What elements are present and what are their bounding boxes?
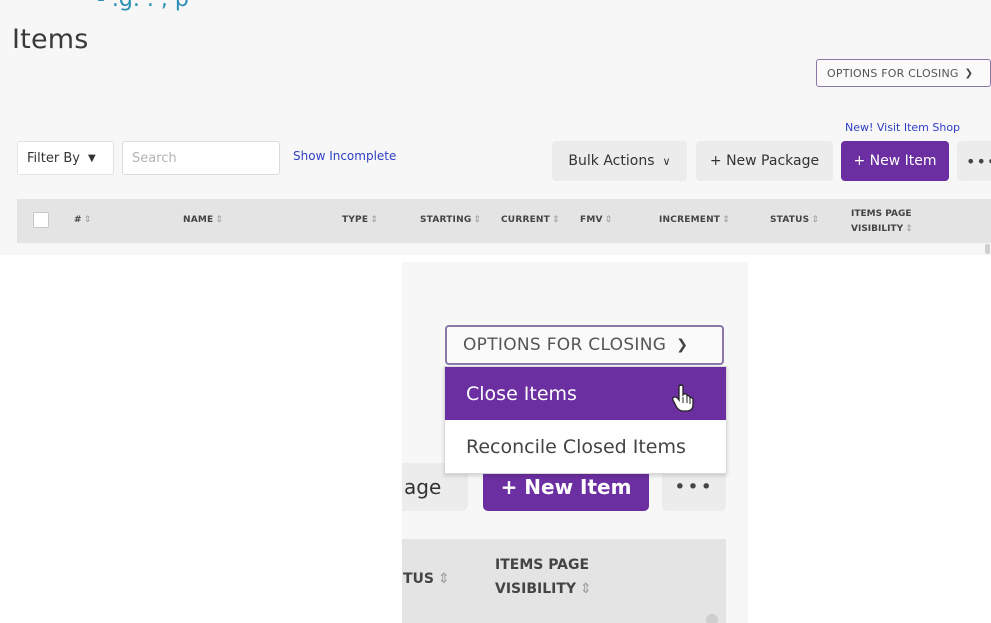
sort-icon: ⇕ bbox=[580, 581, 592, 597]
column-header-items-page-visibility[interactable]: ITEMS PAGE VISIBILITY ⇕ bbox=[495, 553, 592, 601]
column-header-type[interactable]: TYPE ⇕ bbox=[342, 215, 378, 225]
sort-icon: ⇕ bbox=[473, 215, 482, 225]
column-header-current[interactable]: CURRENT ⇕ bbox=[501, 215, 560, 225]
column-header-increment[interactable]: INCREMENT ⇕ bbox=[659, 215, 730, 225]
column-header-name[interactable]: NAME ⇕ bbox=[183, 215, 223, 225]
options-for-closing-button[interactable]: OPTIONS FOR CLOSING ❯ bbox=[816, 59, 991, 87]
sort-icon: ⇕ bbox=[370, 215, 378, 225]
menu-item-close-items[interactable]: Close Items bbox=[445, 367, 726, 420]
chevron-down-icon: ❯ bbox=[676, 337, 689, 353]
bulk-actions-label: Bulk Actions bbox=[568, 153, 655, 169]
table-header: # ⇕ NAME ⇕ TYPE ⇕ STARTING ⇕ CURRENT ⇕ FMV ⇕ I… bbox=[17, 199, 991, 243]
filter-by-dropdown[interactable]: Filter By ▼ bbox=[17, 141, 114, 175]
options-for-closing-label: OPTIONS FOR CLOSING bbox=[463, 335, 667, 355]
chevron-down-icon: ❯ bbox=[964, 67, 974, 79]
sort-icon: ⇕ bbox=[438, 571, 450, 587]
menu-item-label: Close Items bbox=[466, 382, 577, 405]
show-incomplete-link[interactable]: Show Incomplete bbox=[293, 149, 396, 163]
menu-item-label: Reconcile Closed Items bbox=[466, 435, 686, 458]
column-header-number[interactable]: # ⇕ bbox=[74, 215, 92, 225]
page-title: Items bbox=[12, 24, 89, 55]
menu-item-reconcile-closed-items[interactable]: Reconcile Closed Items bbox=[445, 420, 726, 473]
sort-icon: ⇕ bbox=[722, 215, 730, 225]
options-for-closing-button[interactable]: OPTIONS FOR CLOSING ❯ bbox=[445, 325, 724, 365]
cropped-heading-text: - .g. . , p bbox=[97, 0, 189, 12]
options-for-closing-label: OPTIONS FOR CLOSING bbox=[827, 66, 959, 80]
table-header: TUS ⇕ ITEMS PAGE VISIBILITY ⇕ bbox=[402, 539, 726, 623]
chevron-down-icon: ∨ bbox=[662, 154, 671, 168]
more-options-button[interactable]: ••• bbox=[957, 141, 991, 181]
column-header-status[interactable]: TUS ⇕ bbox=[403, 571, 450, 587]
sort-icon: ⇕ bbox=[905, 224, 913, 234]
bulk-actions-button[interactable]: Bulk Actions ∨ bbox=[552, 141, 687, 181]
options-for-closing-menu: Close Items Reconcile Closed Items bbox=[444, 366, 727, 474]
hand-pointer-icon bbox=[672, 384, 694, 412]
scrollbar-thumb[interactable] bbox=[706, 614, 718, 623]
sort-icon: ⇕ bbox=[811, 215, 820, 225]
visit-item-shop-link[interactable]: New! Visit Item Shop bbox=[845, 121, 960, 134]
scrollbar-thumb[interactable] bbox=[985, 244, 990, 254]
filter-by-label: Filter By bbox=[27, 150, 80, 166]
sort-icon: ⇕ bbox=[552, 215, 560, 225]
column-header-starting[interactable]: STARTING ⇕ bbox=[420, 215, 481, 225]
column-header-fmv[interactable]: FMV ⇕ bbox=[580, 215, 612, 225]
sort-icon: ⇕ bbox=[83, 215, 92, 225]
new-package-button[interactable]: + New Package bbox=[696, 141, 833, 181]
column-header-status[interactable]: STATUS ⇕ bbox=[770, 215, 819, 225]
select-all-checkbox[interactable] bbox=[33, 212, 49, 228]
items-page-panel: - .g. . , p Items OPTIONS FOR CLOSING ❯ … bbox=[0, 0, 991, 255]
new-item-button[interactable]: + New Item bbox=[841, 141, 949, 181]
sort-icon: ⇕ bbox=[604, 215, 613, 225]
caret-down-icon: ▼ bbox=[87, 152, 96, 164]
column-header-items-page-visibility[interactable]: ITEMS PAGE VISIBILITY ⇕ bbox=[851, 207, 913, 237]
sort-icon: ⇕ bbox=[215, 215, 224, 225]
zoomed-detail-panel: OPTIONS FOR CLOSING ❯ Close Items Reconc… bbox=[402, 262, 748, 623]
search-input[interactable] bbox=[122, 141, 280, 175]
